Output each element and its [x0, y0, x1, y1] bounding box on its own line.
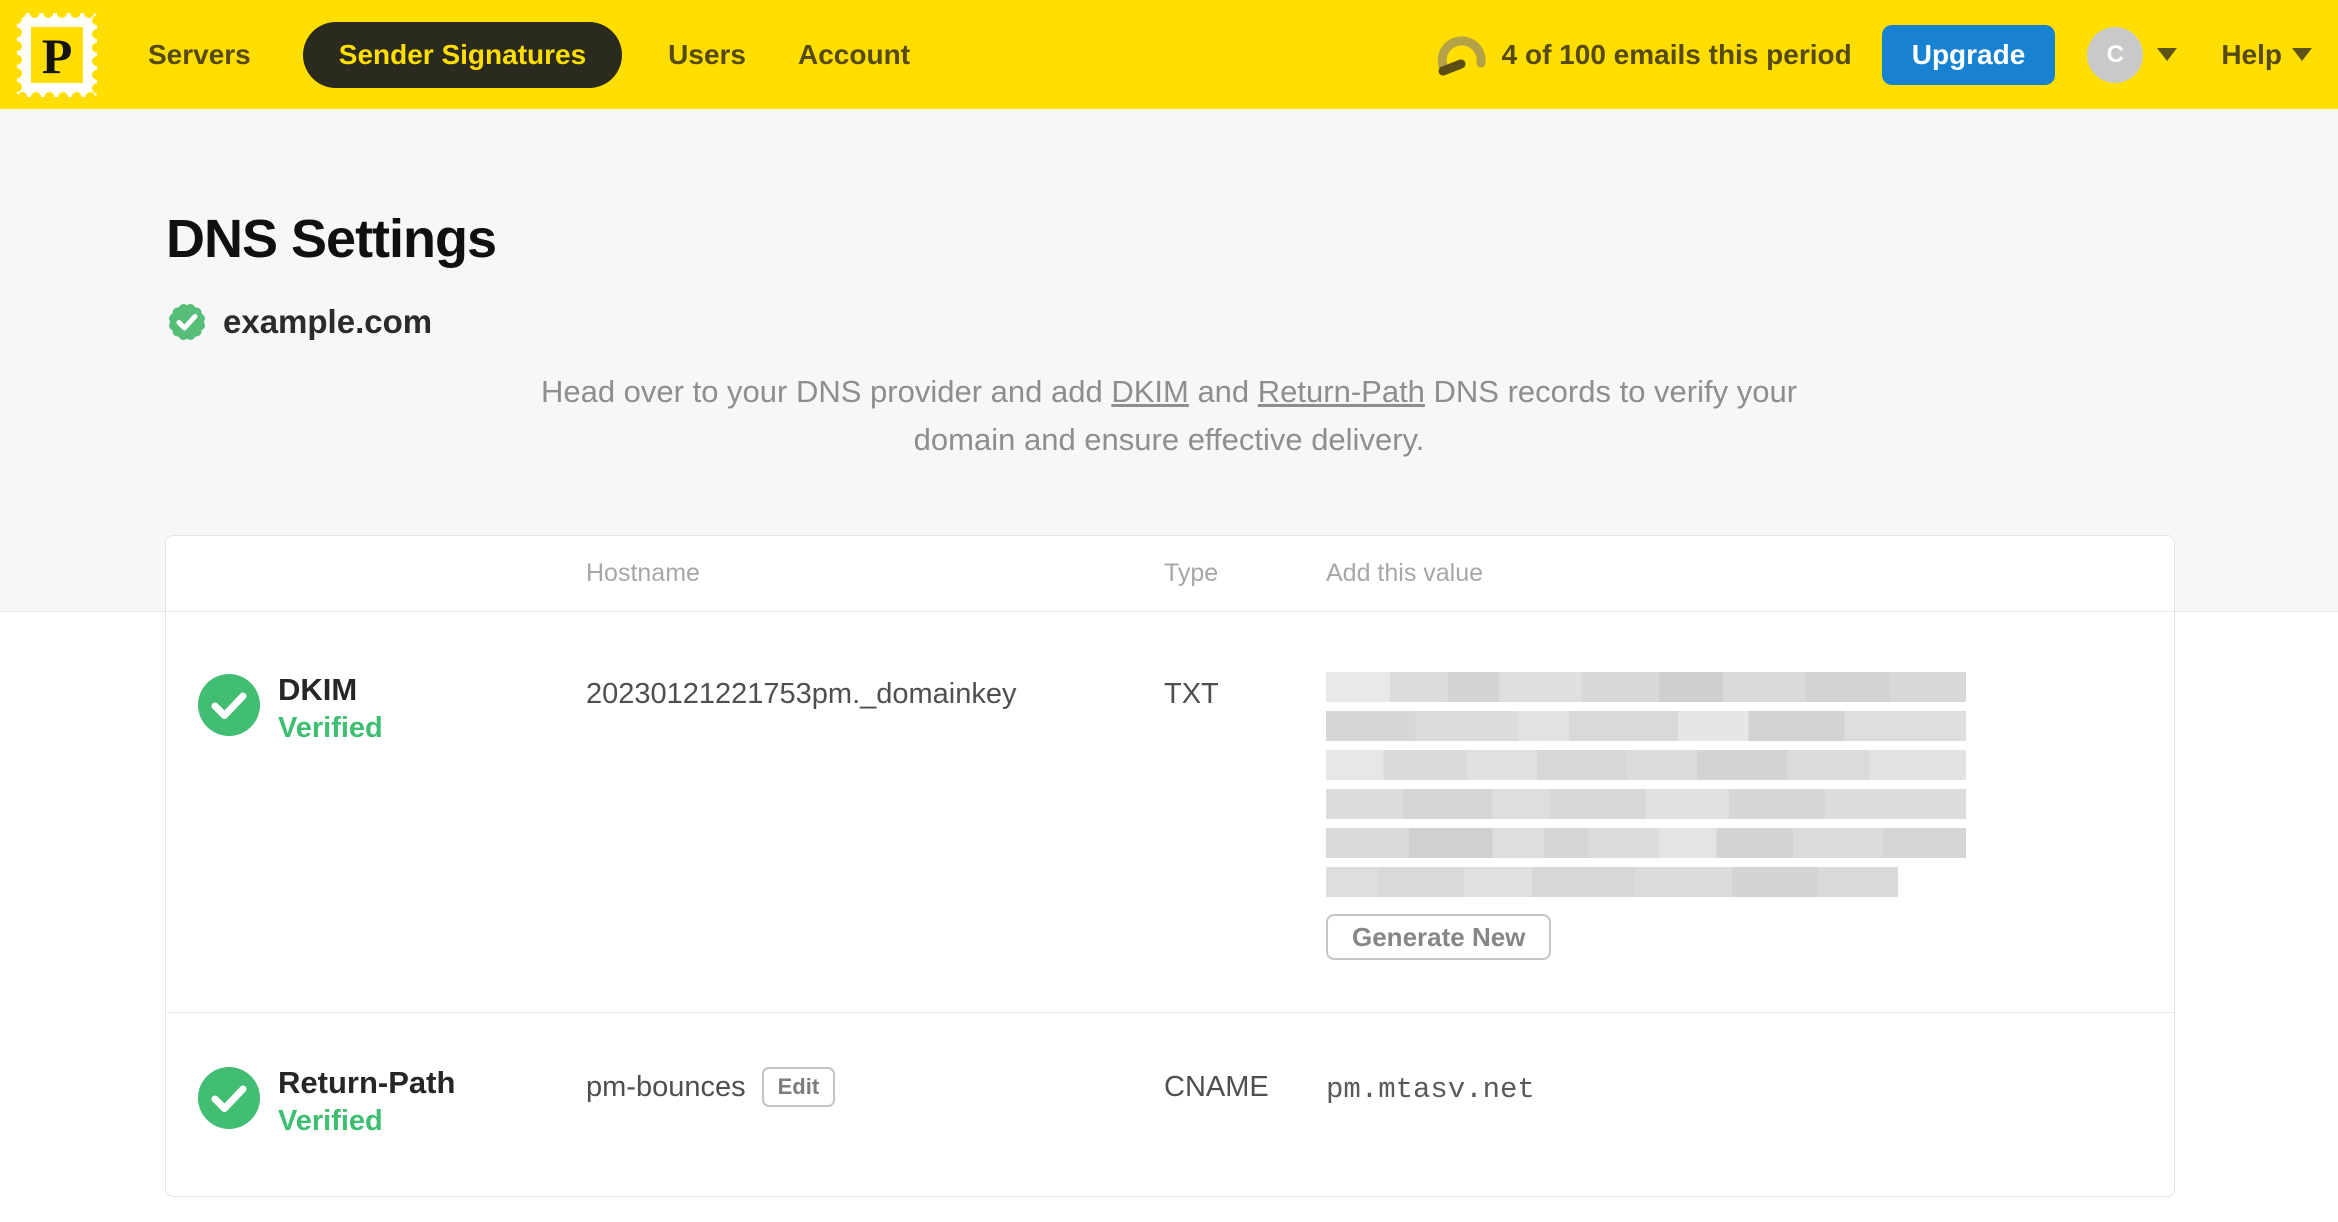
return-path-status-text: Return-Path Verified — [278, 1065, 455, 1138]
redacted-line — [1326, 789, 1966, 819]
intro-before: Head over to your DNS provider and add — [540, 374, 1112, 409]
redacted-line — [1326, 828, 1966, 858]
dkim-status-cell: DKIM Verified — [166, 672, 586, 960]
return-path-hostname: pm-bounces Edit — [586, 1065, 1164, 1138]
record-name: Return-Path — [278, 1065, 456, 1100]
nav-item-users[interactable]: Users — [668, 39, 746, 71]
page-title: DNS Settings — [166, 209, 497, 269]
postmark-logo[interactable]: P — [14, 9, 100, 100]
redacted-dns-value — [1326, 672, 1966, 897]
header-value: Add this value — [1326, 559, 1484, 587]
redacted-line — [1326, 867, 1898, 897]
return-path-value: pm.mtasv.net — [1326, 1073, 1535, 1106]
dns-settings-screen: P Servers Sender Signatures Users Accoun… — [0, 0, 2338, 1222]
nav-item-sender-signatures[interactable]: Sender Signatures — [302, 21, 623, 88]
dkim-hostname-value: 20230121221753pm._domainkey — [586, 678, 1017, 710]
header-type: Type — [1164, 559, 1219, 587]
usage-meter: 4 of 100 emails this period — [1434, 33, 1852, 77]
top-navbar: P Servers Sender Signatures Users Accoun… — [0, 0, 2338, 109]
usage-text: 4 of 100 emails this period — [1501, 38, 1852, 70]
dkim-value-cell: Generate New — [1326, 672, 2174, 960]
dkim-link[interactable]: DKIM — [1111, 374, 1189, 409]
dkim-status-text: DKIM Verified — [278, 672, 383, 745]
return-path-hostname-value: pm-bounces — [586, 1071, 746, 1103]
check-circle-icon — [198, 1067, 260, 1129]
help-menu[interactable]: Help — [2221, 39, 2312, 71]
chevron-down-icon — [2157, 48, 2178, 61]
stamp-logo-icon: P — [14, 9, 100, 100]
help-label: Help — [2221, 38, 2282, 70]
dkim-hostname: 20230121221753pm._domainkey — [586, 672, 1164, 960]
account-menu[interactable]: C — [2087, 26, 2178, 83]
status-badge: Verified — [278, 712, 383, 744]
svg-text:P: P — [42, 28, 73, 84]
domain-row: example.com — [165, 300, 432, 344]
intro-text: Head over to your DNS provider and add D… — [0, 368, 2338, 464]
nav-item-servers[interactable]: Servers — [148, 39, 251, 71]
verified-seal-icon — [169, 304, 205, 340]
table-row-dkim: DKIM Verified 20230121221753pm._domainke… — [166, 612, 2174, 1013]
domain-name: example.com — [223, 303, 433, 340]
edit-button[interactable]: Edit — [761, 1067, 836, 1107]
avatar[interactable]: C — [2087, 26, 2144, 83]
chevron-down-icon — [2292, 48, 2312, 61]
redacted-line — [1326, 750, 1966, 780]
return-path-type: CNAME — [1164, 1071, 1269, 1103]
intro-mid: and — [1188, 374, 1258, 409]
generate-new-button[interactable]: Generate New — [1326, 914, 1552, 960]
return-path-status-cell: Return-Path Verified — [166, 1065, 586, 1138]
dkim-type: TXT — [1164, 678, 1219, 710]
primary-nav: Servers Sender Signatures Users Account — [148, 21, 962, 88]
table-row-return-path: Return-Path Verified pm-bounces Edit CNA… — [166, 1013, 2174, 1196]
header-hostname: Hostname — [586, 559, 700, 587]
return-path-link[interactable]: Return-Path — [1258, 374, 1425, 409]
check-circle-icon — [198, 674, 260, 736]
redacted-line — [1326, 711, 1966, 741]
upgrade-button[interactable]: Upgrade — [1881, 24, 2056, 85]
nav-item-account[interactable]: Account — [798, 39, 910, 71]
dns-records-card: Hostname Type Add this value DKIM Verifi… — [165, 535, 2175, 1197]
table-header-row: Hostname Type Add this value — [166, 536, 2174, 612]
record-name: DKIM — [278, 672, 358, 707]
redacted-line — [1326, 672, 1966, 702]
navbar-right: 4 of 100 emails this period Upgrade C He… — [1434, 24, 2312, 85]
status-badge: Verified — [278, 1105, 383, 1137]
gauge-icon — [1437, 35, 1486, 75]
